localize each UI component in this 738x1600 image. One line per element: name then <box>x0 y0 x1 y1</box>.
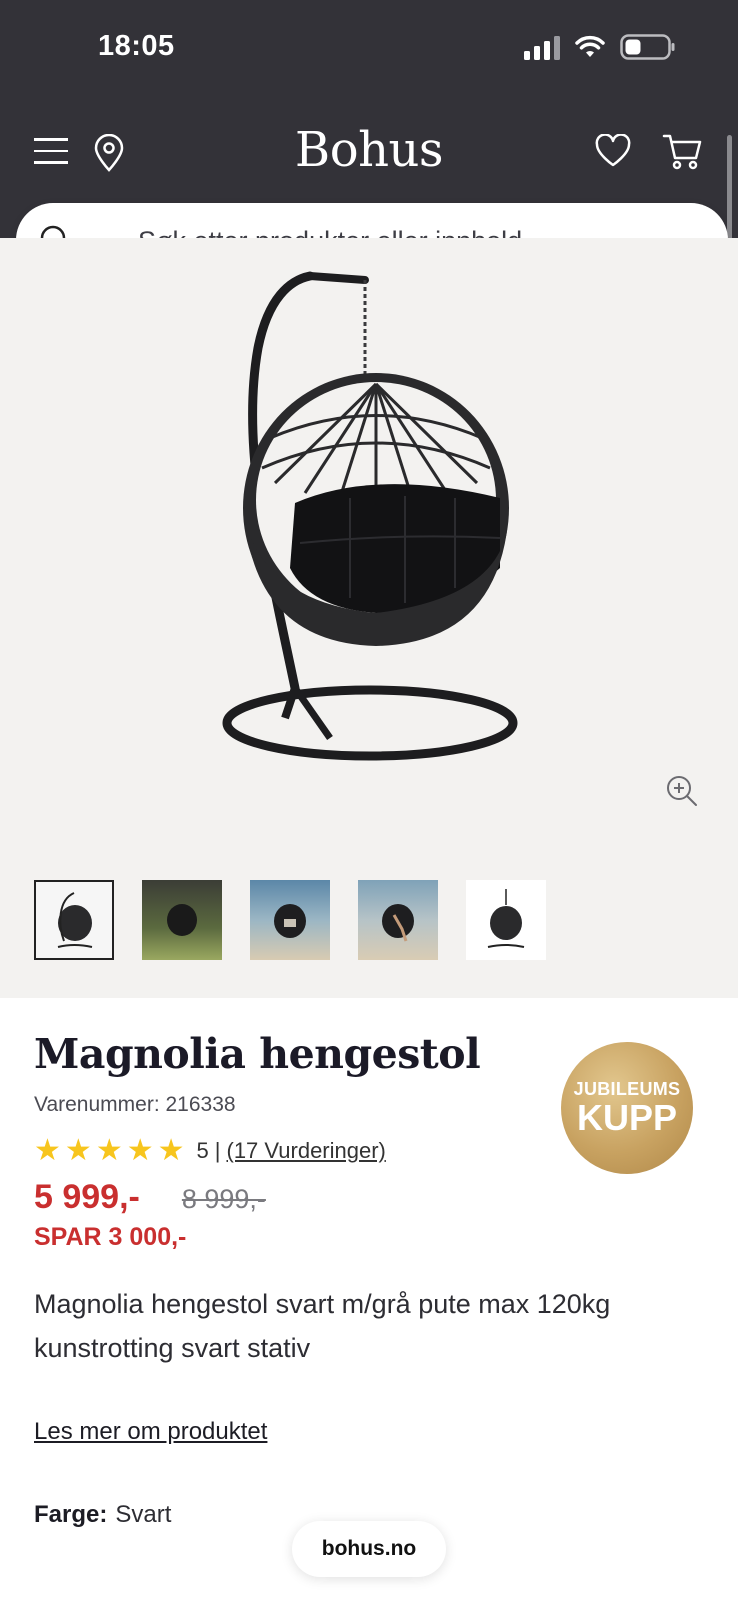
star-icon: ★ <box>157 1134 185 1167</box>
original-price: 8 999,- <box>181 1184 266 1214</box>
price-row: 5 999,- 8 999,- <box>34 1178 266 1217</box>
menu-icon[interactable] <box>34 138 68 168</box>
badge-line-2: KUPP <box>576 1097 678 1138</box>
cellular-signal-icon <box>524 34 560 60</box>
reviews-link[interactable]: (17 Vurderinger) <box>227 1138 386 1164</box>
color-selector[interactable]: Farge: Svart <box>34 1501 171 1529</box>
cart-icon[interactable] <box>662 132 704 177</box>
thumbnail-1[interactable] <box>34 880 114 960</box>
rating-stars: ★ ★ ★ ★ ★ <box>34 1136 185 1166</box>
rating-value: 5 <box>196 1138 209 1163</box>
status-icons <box>524 34 676 60</box>
thumbnail-5[interactable] <box>466 880 546 960</box>
browser-url-pill[interactable]: bohus.no <box>292 1521 446 1577</box>
wifi-icon <box>574 35 606 59</box>
product-main-image[interactable] <box>200 268 530 773</box>
product-gallery <box>0 238 738 998</box>
brand-logo-text[interactable]: Bohus <box>295 122 444 178</box>
product-sku: Varenummer: 216338 <box>34 1093 236 1116</box>
color-value: Svart <box>115 1501 172 1528</box>
star-icon: ★ <box>95 1134 123 1167</box>
read-more-link[interactable]: Les mer om produktet <box>34 1418 267 1446</box>
badge-line-1: JUBILEUMS <box>573 1079 681 1099</box>
star-icon: ★ <box>64 1134 92 1167</box>
battery-icon <box>620 34 676 60</box>
heart-icon[interactable] <box>594 133 632 173</box>
rating-separator: | <box>214 1138 221 1163</box>
star-icon: ★ <box>126 1134 154 1167</box>
thumbnail-2[interactable] <box>142 880 222 960</box>
star-icon: ★ <box>34 1134 61 1167</box>
saving-label: SPAR 3 000,- <box>34 1223 187 1251</box>
jubileums-kupp-badge: JUBILEUMS KUPP <box>561 1042 693 1174</box>
product-title: Magnolia hengestol <box>34 1030 481 1078</box>
thumbnail-strip <box>34 880 546 960</box>
product-rating: ★ ★ ★ ★ ★ 5 | (17 Vurderinger) <box>34 1136 386 1166</box>
color-label: Farge: <box>34 1501 108 1528</box>
current-price: 5 999,- <box>34 1178 140 1216</box>
thumbnail-4[interactable] <box>358 880 438 960</box>
location-pin-icon[interactable] <box>93 133 125 177</box>
thumbnail-3[interactable] <box>250 880 330 960</box>
product-description: Magnolia hengestol svart m/grå pute max … <box>34 1289 611 1363</box>
status-time: 18:05 <box>98 30 175 62</box>
zoom-icon[interactable] <box>665 774 699 813</box>
